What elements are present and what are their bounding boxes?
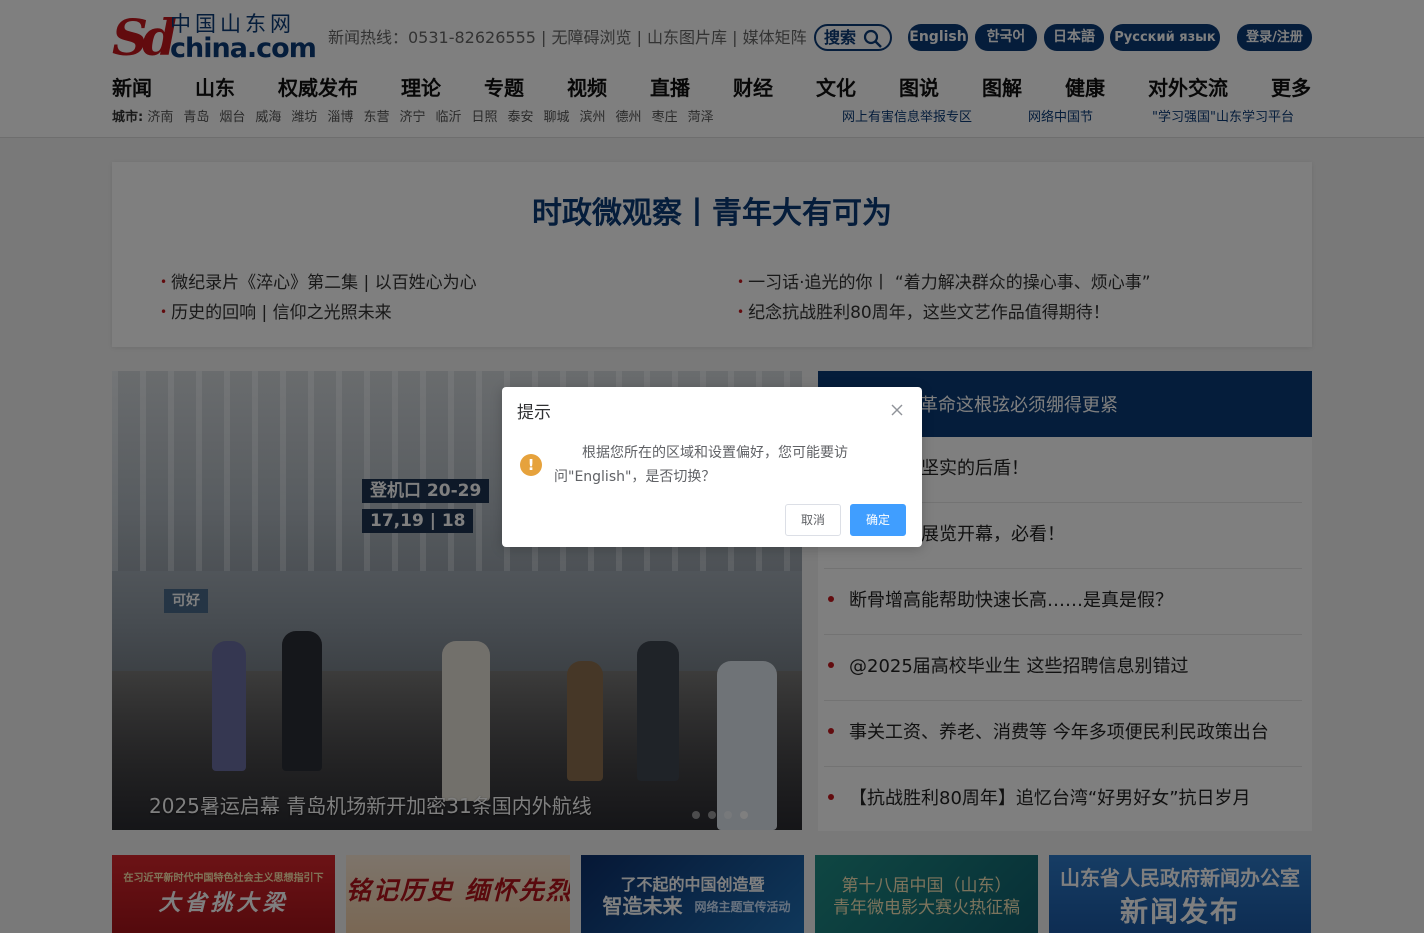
language-switch-dialog: 提示 ! 根据您所在的区域和设置偏好，您可能要访问"English"，是否切换？… bbox=[502, 387, 922, 547]
warning-icon: ! bbox=[520, 454, 542, 476]
cancel-button[interactable]: 取消 bbox=[785, 504, 841, 536]
dialog-message: 根据您所在的区域和设置偏好，您可能要访问"English"，是否切换？ bbox=[554, 445, 848, 485]
confirm-button[interactable]: 确定 bbox=[850, 504, 906, 536]
dialog-title: 提示 bbox=[517, 403, 551, 423]
close-icon[interactable] bbox=[890, 402, 904, 416]
